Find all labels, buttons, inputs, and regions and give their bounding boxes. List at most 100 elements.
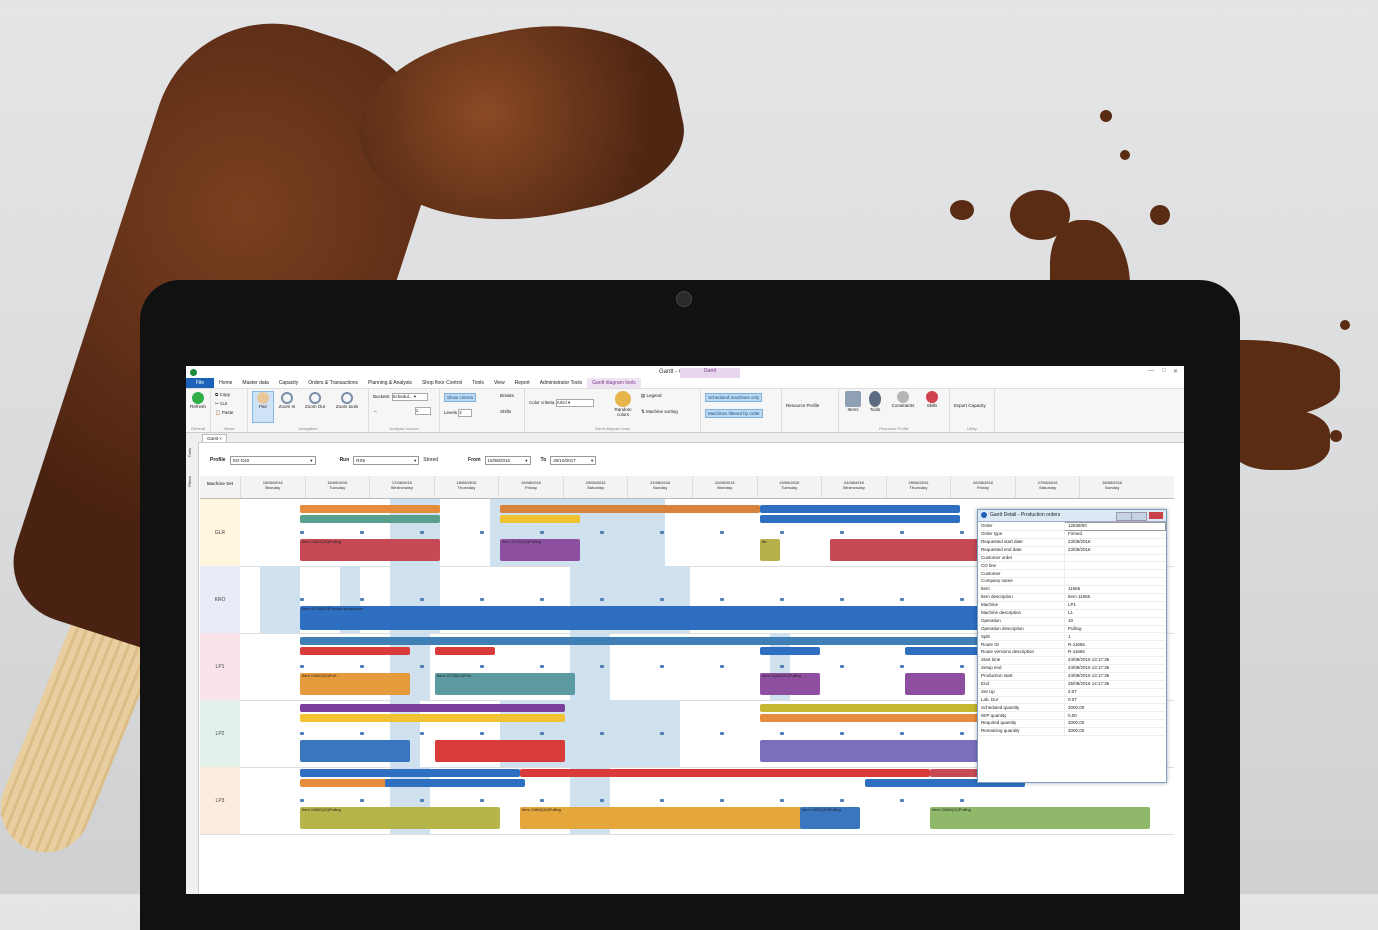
operation-bar[interactable] [760, 714, 1000, 722]
zoom-in-button[interactable]: Zoom In [276, 392, 298, 409]
detail-maximize-button[interactable] [1131, 512, 1147, 521]
pan-label: Pan [258, 404, 267, 409]
lock-icon [660, 799, 664, 802]
operation-bar[interactable] [300, 714, 565, 722]
operation-bar[interactable] [300, 637, 1000, 645]
machine-sorting-button[interactable]: ⇅ Machine sorting [641, 409, 678, 415]
step-input[interactable]: 1 [414, 407, 431, 415]
operation-bar[interactable] [300, 769, 520, 777]
to-date-input[interactable]: 30/10/2017 ▾ [550, 455, 597, 465]
menu-master-data[interactable]: Master data [237, 378, 273, 388]
items-button[interactable]: Items [843, 391, 863, 412]
operation-bar[interactable] [760, 740, 1000, 762]
random-colors-button[interactable]: Random colors [611, 391, 635, 417]
operation-bar[interactable] [300, 505, 440, 513]
tools-button[interactable]: Tools [865, 391, 885, 412]
operation-bar[interactable]: Item 11652(10)Pulling [800, 807, 860, 829]
operation-bar[interactable]: Item 12700(10)Pull... [435, 673, 575, 695]
operation-bar[interactable]: Item 11650(10)Pulling [300, 807, 500, 829]
operation-bar[interactable]: Item 11656(10)Pulling [760, 673, 820, 695]
detail-value: 2000,00 [1064, 703, 1166, 713]
export-capacity-button[interactable]: Export Capacity [954, 403, 986, 408]
document-tabs: Gantt × [186, 433, 1184, 443]
operation-bar[interactable] [520, 769, 930, 777]
lock-icon [420, 598, 424, 601]
side-tab-filters[interactable]: Filters [187, 476, 192, 487]
resource-profile-button[interactable]: Resource Profile [786, 403, 819, 408]
menu-planning[interactable]: Planning & Analysis [363, 378, 417, 388]
levels-input[interactable]: 2 [458, 409, 473, 417]
menu-view[interactable]: View [489, 378, 510, 388]
zoom-out-button[interactable]: Zoom Out [302, 392, 328, 409]
operation-bar[interactable] [760, 515, 960, 523]
profile-value: SO-G40 [232, 457, 250, 463]
operation-bar[interactable] [760, 647, 820, 655]
operation-bar[interactable] [830, 539, 990, 561]
menu-capacity[interactable]: Capacity [274, 378, 303, 388]
operation-bar[interactable] [435, 740, 565, 762]
detail-close-button[interactable] [1149, 512, 1163, 519]
operation-bar[interactable]: Item 12701(10)Pulling [500, 539, 580, 561]
operation-bar[interactable] [500, 515, 580, 523]
operation-bar[interactable]: Ite... [760, 539, 780, 561]
skills-button[interactable]: Skills [921, 391, 943, 408]
operation-bar[interactable] [760, 704, 1000, 712]
run-select[interactable]: RS9 ▾ [353, 455, 420, 465]
from-date-input[interactable]: 15/08/2016 ▾ [484, 455, 531, 465]
menu-home[interactable]: Home [214, 378, 237, 388]
menu-admin-tools[interactable]: Administrator Tools [535, 378, 587, 388]
paste-button[interactable]: 📋 Paste [215, 410, 233, 416]
operation-bar[interactable] [435, 647, 495, 655]
menu-tools[interactable]: Tools [467, 378, 489, 388]
operation-bar[interactable]: Item 12705(10)Product production [300, 606, 1000, 630]
menu-shop-floor[interactable]: Shop floor Control [417, 378, 467, 388]
operation-bar[interactable]: Item 11666(10)Pulling [520, 807, 820, 829]
constraints-button[interactable]: Constraints [887, 391, 919, 408]
minimize-icon[interactable]: — [1148, 368, 1154, 374]
color-criteria-select[interactable]: Articl ▾ [555, 399, 594, 407]
detail-value: 2000,00 [1064, 719, 1166, 729]
close-icon[interactable]: ✕ [1173, 368, 1178, 375]
detail-row: Machine description L1 [978, 609, 1166, 618]
operation-bar[interactable] [300, 515, 440, 523]
cut-button[interactable]: ✂ Cut [215, 401, 227, 407]
machines-filtered-toggle[interactable]: Machines filtered by order [705, 409, 763, 418]
ribbon-group-general: Refresh General [186, 389, 211, 432]
show-criteria-button[interactable]: Show criteria [444, 393, 477, 402]
operation-bar[interactable] [500, 505, 760, 513]
buckets-select[interactable]: Schedul... ▾ [391, 393, 428, 401]
lock-icon [840, 799, 844, 802]
tab-gantt[interactable]: Gantt × [202, 434, 227, 442]
lock-icon [720, 531, 724, 534]
context-tab-gantt[interactable]: Gantt [680, 368, 740, 378]
refresh-button[interactable]: Refresh [189, 392, 207, 409]
operation-bar[interactable] [905, 647, 985, 655]
operation-bar[interactable] [385, 779, 525, 787]
ribbon-group-resource: Items Tools Constraints Skills Resource … [839, 389, 950, 432]
operation-bar[interactable] [300, 647, 410, 655]
menu-gantt-diagram-tools[interactable]: Gantt diagram tools [587, 378, 641, 388]
legend-button[interactable]: ▤ Legend [641, 393, 662, 399]
menu-report[interactable]: Report [510, 378, 535, 388]
detail-minimize-button[interactable] [1116, 512, 1132, 521]
menu-file[interactable]: File [186, 378, 215, 388]
maximize-icon[interactable]: □ [1162, 368, 1166, 374]
shifts-button[interactable]: Shifts [500, 409, 511, 414]
side-tab-tools[interactable]: Tools [187, 448, 192, 457]
operation-bar[interactable]: Item 11650(10)Pull... [300, 673, 410, 695]
profile-select[interactable]: SO-G40 ▾ [229, 455, 316, 465]
operation-bar[interactable]: Item 11666(10)Pulling [930, 807, 1150, 829]
operation-bar[interactable]: Item 11651(10)Pulling [300, 539, 440, 561]
pan-button[interactable]: Pan [252, 391, 274, 423]
menu-orders[interactable]: Orders & Transactions [303, 378, 363, 388]
operation-bar[interactable] [905, 673, 965, 695]
operation-bar[interactable] [300, 704, 565, 712]
zoom-tools-button[interactable]: Zoom tools [332, 392, 362, 409]
operation-bar[interactable] [760, 505, 960, 513]
lock-icon [300, 598, 304, 601]
refresh-label: Refresh [190, 404, 206, 409]
scheduled-machines-only-toggle[interactable]: Scheduled machines only [705, 393, 763, 402]
breaks-button[interactable]: Breaks [500, 393, 514, 398]
copy-button[interactable]: ⧉ Copy [215, 392, 230, 397]
operation-bar[interactable] [300, 740, 410, 762]
